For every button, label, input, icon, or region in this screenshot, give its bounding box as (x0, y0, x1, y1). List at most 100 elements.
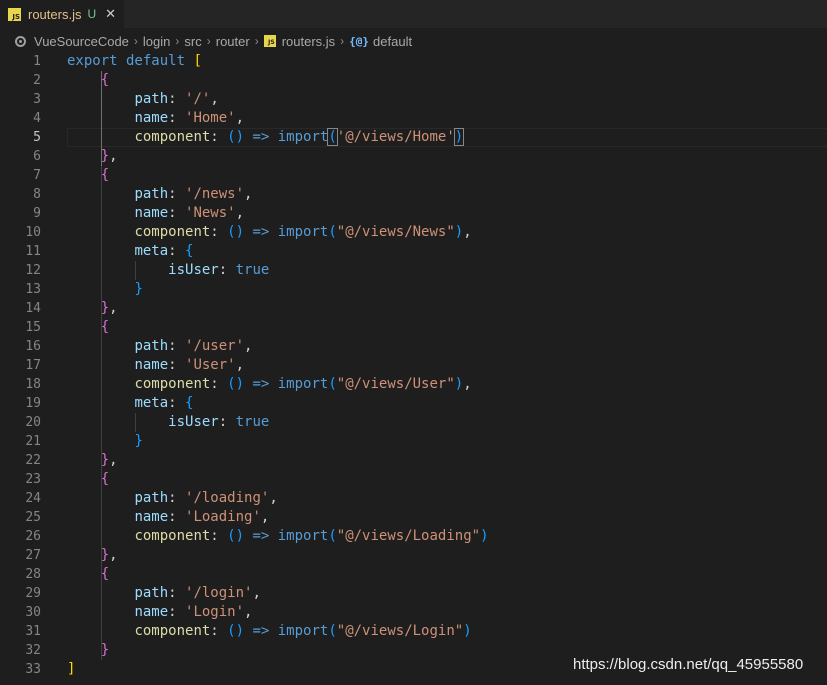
tab-routers-js[interactable]: JS routers.js U ✕ (0, 0, 124, 28)
line-number: 7 (33, 168, 41, 183)
breadcrumb-item-file[interactable]: routers.js (282, 34, 335, 49)
line-number: 3 (33, 92, 41, 107)
code-token: { (185, 395, 194, 411)
code-line[interactable]: 27 }, (0, 546, 827, 565)
code-token: : (168, 490, 186, 506)
code-token: "@/views/User" (336, 376, 455, 392)
code-token: '/user' (185, 338, 245, 354)
js-file-icon: JS (8, 7, 21, 21)
code-line[interactable]: 17 name: 'User', (0, 356, 827, 375)
untracked-status-badge: U (87, 7, 97, 21)
line-content: } (67, 280, 142, 299)
code-token: component (134, 623, 211, 639)
code-token: () (227, 528, 245, 544)
code-token: isUser (168, 262, 219, 278)
line-number: 25 (25, 510, 41, 525)
code-line[interactable]: 10 component: () => import("@/views/News… (0, 223, 827, 242)
code-line[interactable]: 30 name: 'Login', (0, 603, 827, 622)
code-line[interactable]: 16 path: '/user', (0, 337, 827, 356)
code-line[interactable]: 7 { (0, 166, 827, 185)
code-line[interactable]: 13 } (0, 280, 827, 299)
code-token: export default (67, 53, 186, 69)
code-line[interactable]: 8 path: '/news', (0, 185, 827, 204)
code-line[interactable]: 20 isUser: true (0, 413, 827, 432)
code-token: '/' (185, 91, 211, 107)
line-number: 28 (25, 567, 41, 582)
code-token: meta (134, 243, 169, 259)
code-line[interactable]: 9 name: 'News', (0, 204, 827, 223)
code-token: [ (193, 53, 202, 69)
code-token: : (168, 110, 186, 126)
breadcrumb-item-login[interactable]: login (143, 34, 170, 49)
code-token: : (210, 376, 228, 392)
code-token: => (252, 376, 270, 392)
line-content: { (67, 166, 109, 185)
code-token: } (100, 452, 110, 468)
code-line[interactable]: 19 meta: { (0, 394, 827, 413)
chevron-right-icon: › (206, 34, 211, 48)
code-token: , (463, 376, 472, 392)
code-editor[interactable]: 1 export default [2 {3 path: '/', 4 name: … (0, 52, 827, 685)
code-line[interactable]: 14 }, (0, 299, 827, 318)
line-number: 8 (33, 187, 41, 202)
code-line[interactable]: 15 { (0, 318, 827, 337)
line-content: isUser: true (67, 413, 269, 432)
line-content: }, (67, 147, 118, 166)
code-token: : (168, 338, 186, 354)
code-line[interactable]: 18 component: () => import("@/views/User… (0, 375, 827, 394)
code-token: '/news' (185, 186, 245, 202)
line-content: component: () => import("@/views/News"), (67, 223, 471, 242)
code-line[interactable]: 2 { (0, 71, 827, 90)
code-line[interactable]: 5 component: () => import('@/views/Home'… (0, 128, 827, 147)
code-line[interactable]: 29 path: '/login', (0, 584, 827, 603)
code-line[interactable]: 12 isUser: true (0, 261, 827, 280)
code-token: => (252, 224, 270, 240)
code-line[interactable]: 25 name: 'Loading', (0, 508, 827, 527)
breadcrumb-item-src[interactable]: src (184, 34, 201, 49)
code-token: } (100, 300, 110, 316)
line-number: 29 (25, 586, 41, 601)
code-token: component (134, 224, 211, 240)
code-token: , (260, 509, 270, 525)
code-line[interactable]: 24 path: '/loading', (0, 489, 827, 508)
breadcrumb-item-workspace[interactable]: VueSourceCode (34, 34, 129, 49)
code-line[interactable]: 3 path: '/', (0, 90, 827, 109)
code-token: import (277, 528, 329, 544)
code-token: isUser (168, 414, 219, 430)
line-content: name: 'Home', (67, 109, 244, 128)
code-line[interactable]: 31 component: () => import("@/views/Logi… (0, 622, 827, 641)
code-line[interactable]: 6 }, (0, 147, 827, 166)
code-token: 'Login' (185, 604, 245, 620)
code-token: path (134, 490, 169, 506)
code-line[interactable]: 28 { (0, 565, 827, 584)
close-icon[interactable]: ✕ (105, 7, 116, 22)
code-line[interactable]: 26 component: () => import("@/views/Load… (0, 527, 827, 546)
code-line[interactable]: 23 { (0, 470, 827, 489)
code-line[interactable]: 21 } (0, 432, 827, 451)
code-token: , (235, 110, 245, 126)
code-token: { (185, 243, 194, 259)
code-token: path (134, 585, 169, 601)
code-line[interactable]: 22 }, (0, 451, 827, 470)
breadcrumb-item-router[interactable]: router (216, 34, 250, 49)
code-token: name (134, 604, 169, 620)
code-line[interactable]: 1 export default [ (0, 52, 827, 71)
symbol-variable-icon: {@} (349, 34, 370, 48)
code-token: ) (454, 224, 464, 240)
breadcrumb-item-symbol[interactable]: default (373, 34, 412, 49)
code-line[interactable]: 11 meta: { (0, 242, 827, 261)
code-token: { (100, 72, 110, 88)
code-token: "@/views/Loading" (336, 528, 481, 544)
code-line[interactable]: 4 name: 'Home', (0, 109, 827, 128)
line-content: }, (67, 546, 118, 565)
